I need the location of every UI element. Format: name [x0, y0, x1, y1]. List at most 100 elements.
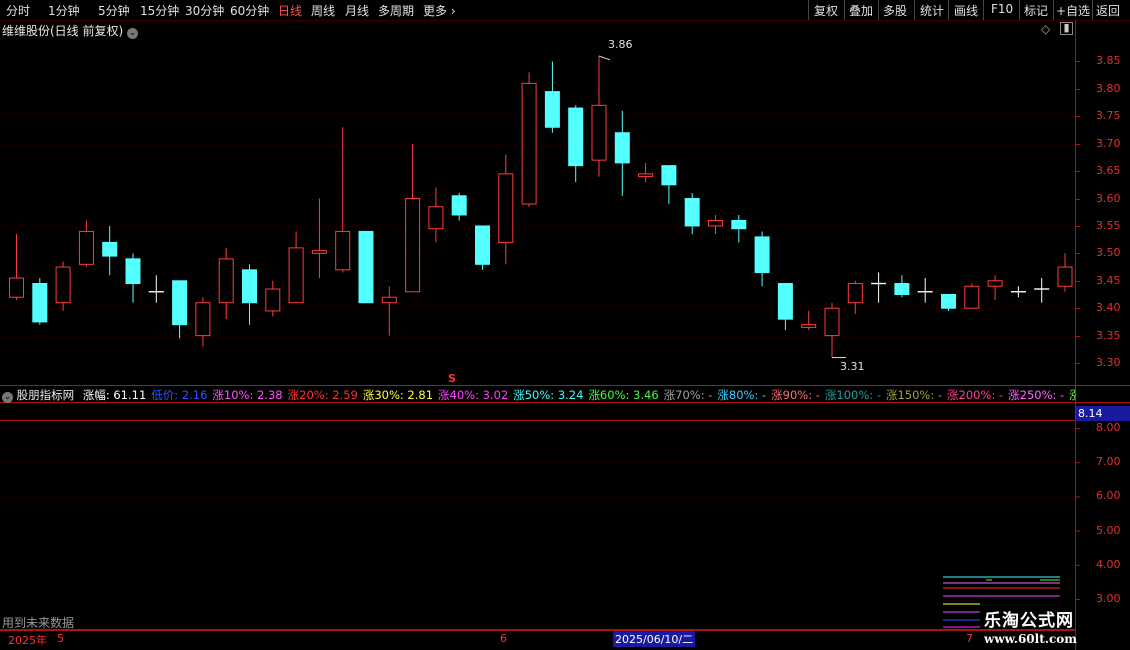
candle — [684, 193, 700, 235]
indicator-stat-label: 涨幅 — [82, 388, 106, 402]
indicator-header: ⌄ 股朋指标网 涨幅: 61.11 低价: 2.16 涨10%: 2.38 涨20%:… — [2, 387, 1076, 403]
back-button[interactable]: 返回 — [1096, 2, 1120, 19]
candle-body — [498, 173, 514, 243]
indicator-stat-label: 涨250% — [1008, 388, 1053, 402]
low-price-label: 3.31 — [840, 360, 865, 373]
site-logo: 乐淘公式网 www.60lt.com — [984, 606, 1077, 646]
indicator-stat: 涨60%: 3.46 — [588, 388, 658, 402]
time-label-july: 7 — [966, 632, 973, 645]
period-tab-60min[interactable]: 60分钟 — [230, 2, 269, 19]
chart-area[interactable] — [0, 20, 1130, 650]
indicator-stat: 涨30%: 2.81 — [363, 388, 433, 402]
draw-line-button[interactable]: 画线 — [954, 2, 978, 19]
candle — [568, 105, 584, 183]
indicator-stat: 涨100%: - — [825, 388, 881, 402]
indicator-stat: 涨80%: - — [717, 388, 766, 402]
candle-body — [591, 104, 607, 161]
period-tab-15min[interactable]: 15分钟 — [140, 2, 179, 19]
period-tab-1min[interactable]: 1分钟 — [48, 2, 80, 19]
overlay-button[interactable]: 叠加 — [849, 2, 873, 19]
indicator-stat-label: 涨300 — [1069, 388, 1076, 402]
period-tab-5min[interactable]: 5分钟 — [98, 2, 130, 19]
adjust-button[interactable]: 复权 — [814, 2, 838, 19]
candle — [335, 127, 351, 273]
candle — [288, 231, 304, 304]
candle-body — [242, 269, 257, 304]
candle-body — [708, 219, 723, 227]
indicator-tick-label: 3.00 — [1096, 592, 1121, 605]
gear-icon[interactable]: ⌄ — [2, 392, 13, 403]
window-icon[interactable]: ▮ — [1060, 22, 1073, 35]
candle-body — [614, 132, 630, 164]
indicator-stat-colon: : — [174, 388, 182, 402]
indicator-stat: 涨10%: 2.38 — [212, 388, 282, 402]
indicator-stat-label: 涨20% — [287, 388, 325, 402]
multi-stock-button[interactable]: 多股 — [883, 2, 907, 19]
indicator-stat-label: 涨90% — [771, 388, 809, 402]
candle-body — [78, 230, 94, 265]
price-tick-label: 3.30 — [1096, 356, 1121, 370]
indicator-stat-colon: : — [475, 388, 483, 402]
indicator-stat-label: 涨200% — [947, 388, 992, 402]
future-data-note: 用到未来数据 — [2, 616, 75, 630]
indicator-stat-label: 涨100% — [824, 388, 870, 402]
candle-body — [102, 241, 118, 257]
candle-body — [521, 82, 537, 205]
indicator-stat-value: 3.24 — [557, 388, 584, 402]
candle — [661, 165, 677, 205]
candle-body — [638, 173, 654, 178]
indicator-stat-value: 2.59 — [332, 388, 358, 402]
statistics-button[interactable]: 统计 — [920, 2, 944, 19]
indicator-stat-colon: : — [930, 388, 938, 402]
candle — [428, 187, 444, 243]
candle-body — [894, 283, 910, 295]
candle — [9, 234, 24, 300]
stock-title[interactable]: 维维股份(日线 前复权) ⌄ — [2, 22, 139, 39]
candle — [894, 275, 910, 298]
indicator-tick-label: 6.00 — [1096, 489, 1121, 503]
candle-body — [731, 219, 747, 230]
period-tab-monthly[interactable]: 月线 — [345, 2, 369, 19]
candle-body — [358, 230, 374, 304]
indicator-stat-label: 涨40% — [438, 388, 476, 402]
period-tab-daily[interactable]: 日线 — [278, 2, 302, 19]
indicator-tick-label: 7.00 — [1096, 455, 1121, 469]
candle — [172, 280, 188, 339]
candle-body — [754, 236, 770, 274]
indicator-stat-label: 涨80% — [717, 388, 755, 402]
mark-button[interactable]: 标记 — [1024, 2, 1048, 19]
candle — [801, 310, 817, 331]
time-axis[interactable]: 2025年 5 6 2025/06/10/二 7 — [0, 630, 1075, 647]
indicator-stat: 涨70%: - — [664, 388, 713, 402]
candle — [591, 55, 607, 177]
indicator-name: 股朋指标网 — [16, 388, 75, 402]
logo-url: www.60lt.com — [984, 632, 1077, 646]
candle-body — [311, 250, 327, 254]
indicator-stat-colon: : — [550, 388, 558, 402]
indicator-stat-colon: : — [808, 388, 816, 402]
indicator-stat-value: 3.02 — [482, 388, 509, 402]
diamond-icon[interactable]: ◇ — [1041, 22, 1050, 36]
indicator-stat: 涨200%: - — [947, 388, 1003, 402]
period-tab-weekly[interactable]: 周线 — [311, 2, 335, 19]
indicator-stat-value: 3.46 — [633, 388, 659, 402]
sell-signal-marker: S — [448, 372, 456, 385]
candle — [125, 253, 141, 303]
indicator-stat-value: - — [876, 388, 881, 402]
period-tab-more[interactable]: 更多 › — [423, 2, 456, 19]
period-tab-timeshare[interactable]: 分时 — [6, 2, 30, 19]
f10-button[interactable]: F10 — [991, 2, 1013, 16]
candle-body — [847, 283, 863, 304]
candle — [358, 230, 374, 304]
period-tab-30min[interactable]: 30分钟 — [185, 2, 224, 19]
period-tab-multi[interactable]: 多周期 — [378, 2, 414, 19]
candle-body — [824, 307, 840, 337]
candle-body — [381, 296, 397, 304]
indicator-stat-value: - — [937, 388, 943, 402]
add-watchlist-button[interactable]: +自选 — [1056, 2, 1090, 19]
top-toolbar: 分时 1分钟 5分钟 15分钟 30分钟 60分钟 日线 周线 月线 多周期 更… — [0, 0, 1130, 21]
indicator-stat-value: - — [761, 388, 767, 402]
price-tick-label: 3.40 — [1096, 301, 1121, 315]
chevron-down-icon[interactable]: ⌄ — [127, 28, 139, 39]
indicator-stat-value: - — [815, 388, 820, 402]
